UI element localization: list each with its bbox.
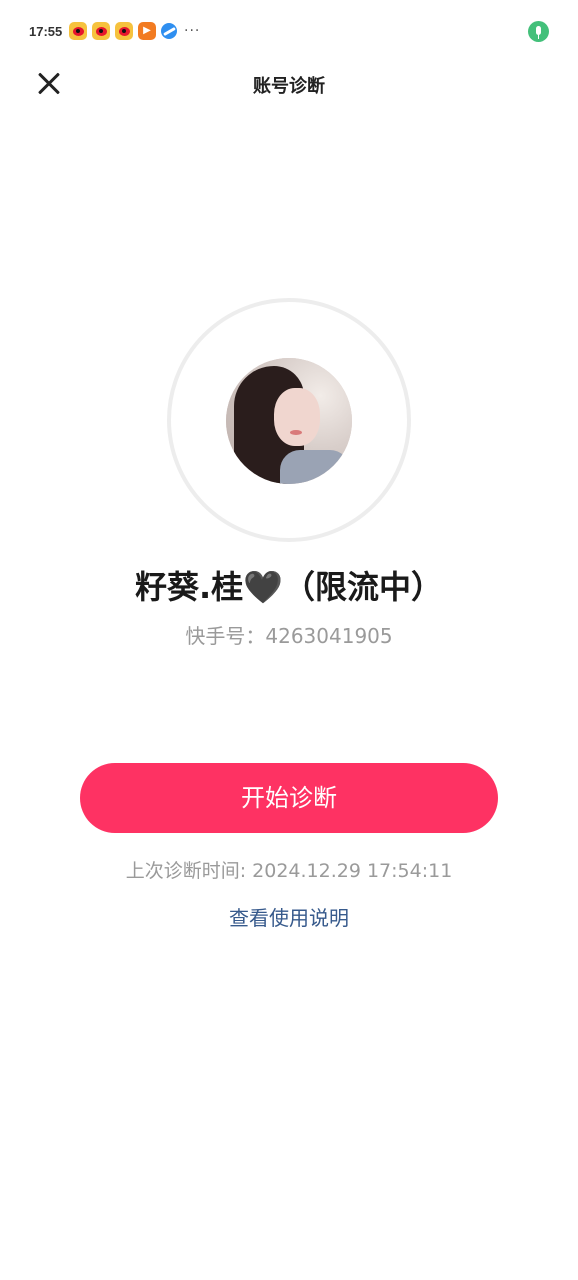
user-name: 籽葵.桂🖤（限流中） bbox=[134, 568, 443, 606]
microphone-icon bbox=[528, 21, 549, 42]
browser-icon bbox=[161, 23, 177, 39]
more-notifications-icon: ··· bbox=[184, 23, 201, 39]
status-bar: 17:55 ▶ ··· bbox=[0, 0, 578, 64]
kuaishou-id-value: 4263041905 bbox=[265, 624, 393, 648]
usage-instructions-link[interactable]: 查看使用说明 bbox=[0, 902, 578, 931]
page-title: 账号诊断 bbox=[253, 76, 325, 97]
kuaishou-id: 快手号：4263041905 bbox=[0, 620, 578, 649]
avatar[interactable] bbox=[226, 358, 352, 484]
notification-icons: ▶ ··· bbox=[69, 22, 200, 40]
last-diagnosis-value: 2024.12.29 17:54:11 bbox=[252, 860, 453, 882]
start-diagnosis-button[interactable]: 开始诊断 bbox=[80, 763, 498, 833]
status-time: 17:55 bbox=[29, 24, 63, 39]
last-diagnosis-label: 上次诊断时间: bbox=[125, 860, 253, 882]
weibo-icon bbox=[69, 22, 87, 40]
kuaishou-id-label: 快手号： bbox=[185, 624, 266, 648]
weibo-icon bbox=[115, 22, 133, 40]
last-diagnosis-time: 上次诊断时间: 2024.12.29 17:54:11 bbox=[0, 856, 578, 883]
weibo-icon bbox=[92, 22, 110, 40]
nav-bar: 账号诊断 bbox=[0, 56, 578, 112]
video-play-icon: ▶ bbox=[138, 22, 156, 40]
